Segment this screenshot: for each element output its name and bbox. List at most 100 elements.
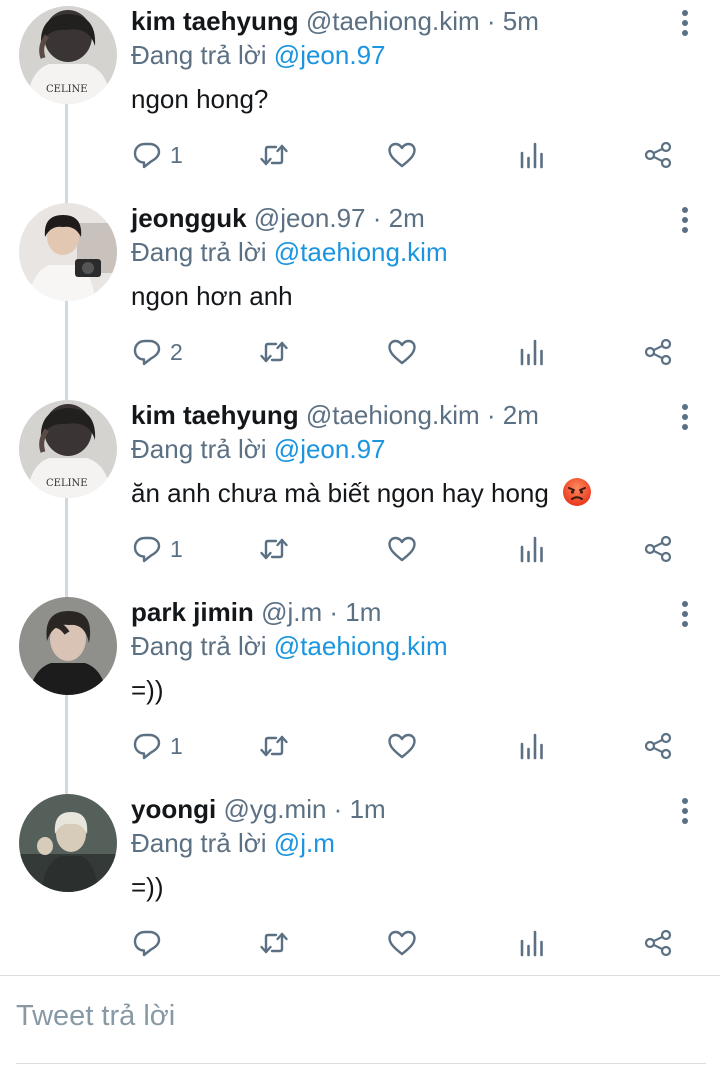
author-name[interactable]: kim taehyung <box>131 400 299 430</box>
share-icon <box>643 928 673 958</box>
more-icon[interactable] <box>680 798 690 824</box>
tweet[interactable]: CELINE kim taehyung @taehiong.kim · 2m Đ… <box>0 394 720 591</box>
tweet-text: =)) <box>131 872 164 902</box>
analytics-button[interactable] <box>517 923 547 963</box>
more-icon[interactable] <box>680 404 690 430</box>
retweet-button[interactable] <box>259 726 289 766</box>
separator-dot: · <box>329 597 339 627</box>
avatar[interactable]: CELINE <box>19 400 117 498</box>
replying-to-label: Đang trả lời <box>131 828 267 858</box>
avatar[interactable] <box>19 203 117 301</box>
share-button[interactable] <box>643 923 673 963</box>
more-icon[interactable] <box>680 207 690 233</box>
avatar[interactable]: CELINE <box>19 6 117 104</box>
timestamp[interactable]: 5m <box>503 6 539 36</box>
reply-icon <box>132 140 162 170</box>
reply-compose-input[interactable]: Tweet trả lời <box>16 1000 706 1040</box>
timestamp[interactable]: 2m <box>503 400 539 430</box>
mention-link[interactable]: @j.m <box>274 828 335 858</box>
share-icon <box>643 731 673 761</box>
analytics-button[interactable] <box>517 135 547 175</box>
reply-button[interactable] <box>132 923 170 963</box>
like-button[interactable] <box>387 923 417 963</box>
retweet-icon <box>259 337 289 367</box>
tweet-text: ăn anh chưa mà biết ngon hay hong <box>131 478 549 508</box>
like-icon <box>387 731 417 761</box>
share-button[interactable] <box>643 332 673 372</box>
tweet-text-row: ăn anh chưa mà biết ngon hay hong <box>131 476 592 510</box>
author-handle[interactable]: @taehiong.kim <box>306 400 480 430</box>
avatar-logo-text: CELINE <box>46 478 88 489</box>
retweet-icon <box>259 534 289 564</box>
analytics-icon <box>517 928 547 958</box>
like-icon <box>387 140 417 170</box>
avatar[interactable] <box>19 597 117 695</box>
mention-link[interactable]: @jeon.97 <box>274 434 386 464</box>
reply-icon <box>132 337 162 367</box>
mention-link[interactable]: @jeon.97 <box>274 40 386 70</box>
author-handle[interactable]: @j.m <box>261 597 322 627</box>
share-icon <box>643 534 673 564</box>
like-button[interactable] <box>387 726 417 766</box>
avatar[interactable] <box>19 794 117 892</box>
reply-button[interactable]: 1 <box>132 726 183 766</box>
author-handle[interactable]: @jeon.97 <box>254 203 366 233</box>
share-button[interactable] <box>643 135 673 175</box>
author-name[interactable]: yoongi <box>131 794 216 824</box>
mention-link[interactable]: @taehiong.kim <box>274 631 448 661</box>
tweet-header: park jimin @j.m · 1m <box>131 595 381 629</box>
avatar-logo-text: CELINE <box>46 84 88 95</box>
author-handle[interactable]: @yg.min <box>223 794 326 824</box>
retweet-button[interactable] <box>259 529 289 569</box>
like-icon <box>387 928 417 958</box>
analytics-icon <box>517 140 547 170</box>
tweet[interactable]: jeongguk @jeon.97 · 2m Đang trả lời @tae… <box>0 197 720 394</box>
tweet-header: jeongguk @jeon.97 · 2m <box>131 201 425 235</box>
analytics-button[interactable] <box>517 332 547 372</box>
analytics-button[interactable] <box>517 529 547 569</box>
tweet-text: ngon hơn anh <box>131 281 293 311</box>
compose-divider <box>0 975 720 976</box>
retweet-button[interactable] <box>259 135 289 175</box>
analytics-button[interactable] <box>517 726 547 766</box>
author-name[interactable]: park jimin <box>131 597 254 627</box>
tweet-text: =)) <box>131 675 164 705</box>
tweet-text: ngon hong? <box>131 84 269 114</box>
mention-link[interactable]: @taehiong.kim <box>274 237 448 267</box>
retweet-button[interactable] <box>259 332 289 372</box>
replying-to: Đang trả lời @j.m <box>131 826 335 860</box>
more-icon[interactable] <box>680 10 690 36</box>
reply-count: 1 <box>170 535 183 562</box>
reply-icon <box>132 928 162 958</box>
timestamp[interactable]: 1m <box>350 794 386 824</box>
more-icon[interactable] <box>680 601 690 627</box>
author-handle[interactable]: @taehiong.kim <box>306 6 480 36</box>
like-button[interactable] <box>387 529 417 569</box>
share-button[interactable] <box>643 529 673 569</box>
author-name[interactable]: kim taehyung <box>131 6 299 36</box>
retweet-icon <box>259 731 289 761</box>
share-icon <box>643 140 673 170</box>
replying-to-label: Đang trả lời <box>131 434 267 464</box>
reply-button[interactable]: 1 <box>132 135 183 175</box>
reply-button[interactable]: 1 <box>132 529 183 569</box>
reply-button[interactable]: 2 <box>132 332 183 372</box>
timestamp[interactable]: 1m <box>345 597 381 627</box>
tweet[interactable]: CELINE kim taehyung @taehiong.kim · 5m Đ… <box>0 0 720 197</box>
reply-count: 2 <box>170 338 183 365</box>
share-icon <box>643 337 673 367</box>
tweet[interactable]: park jimin @j.m · 1m Đang trả lời @taehi… <box>0 591 720 788</box>
reply-count: 1 <box>170 732 183 759</box>
like-button[interactable] <box>387 135 417 175</box>
retweet-button[interactable] <box>259 923 289 963</box>
tweet[interactable]: yoongi @yg.min · 1m Đang trả lời @j.m =)… <box>0 788 720 985</box>
tweet-actions: 1 <box>0 529 720 569</box>
analytics-icon <box>517 731 547 761</box>
author-name[interactable]: jeongguk <box>131 203 247 233</box>
like-icon <box>387 534 417 564</box>
angry-face-emoji-icon <box>563 478 592 506</box>
share-button[interactable] <box>643 726 673 766</box>
timestamp[interactable]: 2m <box>389 203 425 233</box>
like-icon <box>387 337 417 367</box>
like-button[interactable] <box>387 332 417 372</box>
